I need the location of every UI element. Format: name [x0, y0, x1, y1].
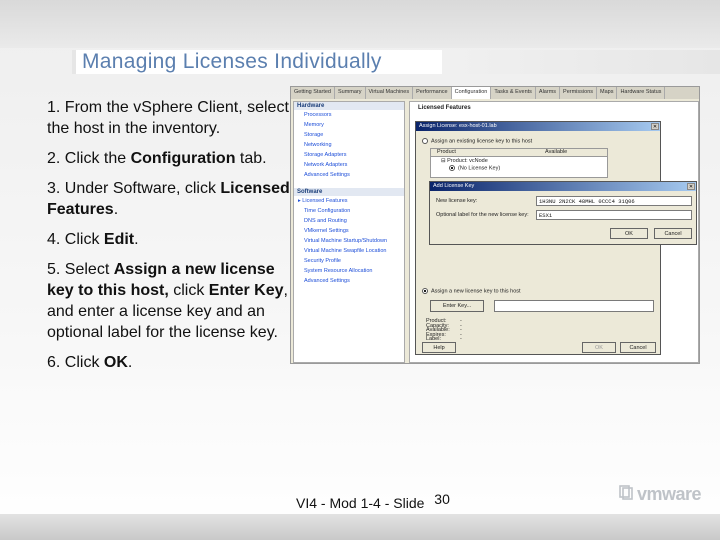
- footer-text: VI4 - Mod 1-4 - Slide: [296, 495, 425, 511]
- step-text: Enter Key: [208, 282, 284, 299]
- cancel-button[interactable]: Cancel: [620, 342, 656, 353]
- tab-summary[interactable]: Summary: [335, 87, 366, 99]
- add-key-dialog-title-text: Add License Key: [433, 183, 475, 189]
- slide-number: 30: [434, 491, 450, 507]
- sidebar-item-storage[interactable]: Storage: [294, 130, 404, 140]
- tab-virtual-machines[interactable]: Virtual Machines: [366, 87, 414, 99]
- label-input[interactable]: ESXi: [536, 210, 692, 220]
- bottom-bar: [0, 514, 720, 540]
- add-license-key-dialog: Add License Key ✕ New license key: 1H3NU…: [429, 181, 697, 245]
- tab-alarms[interactable]: Alarms: [536, 87, 561, 99]
- tab-hardware-status[interactable]: Hardware Status: [617, 87, 666, 99]
- top-band: [0, 0, 720, 48]
- assign-dialog-title-text: Assign License: esx-host-01.lab: [419, 123, 497, 129]
- col-available: Available: [545, 149, 568, 155]
- licensed-features-header: Licensed Features: [418, 105, 471, 111]
- radio-existing-icon[interactable]: [422, 138, 428, 144]
- sidebar-item-licensed-features[interactable]: ▸ Licensed Features: [294, 196, 404, 206]
- steps-list: 1. From the vSphere Client, select the h…: [47, 97, 297, 382]
- table-row[interactable]: (No License Key): [431, 165, 607, 171]
- software-header: Software: [294, 188, 404, 196]
- hardware-list: Processors Memory Storage Networking Storage…: [294, 110, 404, 180]
- close-icon[interactable]: ✕: [687, 183, 695, 190]
- sidebar-item-network-adapters[interactable]: Network Adapters: [294, 160, 404, 170]
- step-4: 4. Click Edit.: [47, 231, 139, 248]
- vmware-logo-icon: [619, 485, 633, 500]
- new-key-option[interactable]: Assign a new license key to this host: [422, 288, 521, 294]
- sidebar-item-dns-and-routing[interactable]: DNS and Routing: [294, 216, 404, 226]
- existing-key-option-label: Assign an existing license key to this h…: [431, 138, 533, 145]
- row-product-text: Product: vcNode: [447, 158, 488, 164]
- add-key-ok-button[interactable]: OK: [610, 228, 648, 239]
- settings-pane: Hardware Processors Memory Storage Networki…: [293, 101, 405, 363]
- sidebar-item-virtual-machine-swapfile-location[interactable]: Virtual Machine Swapfile Location: [294, 246, 404, 256]
- vsphere-screenshot: Getting Started Summary Virtual Machines Pe…: [290, 86, 700, 364]
- sidebar-item-system-resource-allocation[interactable]: System Resource Allocation: [294, 266, 404, 276]
- step-text: tab.: [235, 150, 267, 167]
- step-text: .: [113, 201, 119, 218]
- sidebar-item-storage-adapters[interactable]: Storage Adapters: [294, 150, 404, 160]
- optional-label-label: Optional label for the new license key:: [436, 212, 529, 218]
- sidebar-item-time-configuration[interactable]: Time Configuration: [294, 206, 404, 216]
- step-text: Click: [64, 354, 104, 371]
- tab-configuration[interactable]: Configuration: [451, 87, 492, 99]
- step-text: .: [127, 354, 133, 371]
- sidebar-item-memory[interactable]: Memory: [294, 120, 404, 130]
- vmware-logo-text: vmware: [637, 484, 702, 504]
- step-6: 6. Click OK.: [47, 354, 133, 371]
- step-1: 1. From the vSphere Client, select the h…: [47, 99, 289, 137]
- radio-selected-icon: [449, 165, 455, 171]
- config-tabs: Getting Started Summary Virtual Machines Pe…: [291, 87, 699, 99]
- sidebar-item-processors[interactable]: Processors: [294, 110, 404, 120]
- license-key-input[interactable]: 1H3NU 2N2CK 48MHL 0CCC4 31Q06: [536, 196, 692, 206]
- hardware-header: Hardware: [294, 102, 404, 110]
- slide-footer: VI4 - Mod 1-4 - Slide 30: [296, 491, 450, 511]
- step-text: From the v: [64, 99, 142, 116]
- step-5: 5. Select Assign a new license key to th…: [47, 261, 288, 341]
- sidebar-item-advanced-settings[interactable]: Advanced Settings: [294, 170, 404, 180]
- step-text: .: [134, 231, 139, 248]
- radio-new-icon[interactable]: [422, 288, 428, 294]
- step-text: Under Software, click: [64, 180, 221, 197]
- add-key-cancel-button[interactable]: Cancel: [654, 228, 692, 239]
- step-text: OK: [103, 354, 128, 371]
- new-key-label: New license key:: [436, 198, 478, 204]
- col-product: Product: [437, 149, 456, 155]
- table-row[interactable]: ⊟ Product: vcNode: [431, 157, 607, 165]
- tab-tasks-events[interactable]: Tasks & Events: [491, 87, 536, 99]
- step-text: Click the: [64, 150, 131, 167]
- step-text: Click: [64, 231, 104, 248]
- sidebar-item-networking[interactable]: Networking: [294, 140, 404, 150]
- step-text: Edit: [103, 231, 135, 248]
- slide-title: Managing Licenses Individually: [82, 50, 382, 73]
- sidebar-item-vmkernel-settings[interactable]: VMkernel Settings: [294, 226, 404, 236]
- row-key-text: (No License Key): [458, 165, 501, 172]
- tab-permissions[interactable]: Permissions: [560, 87, 597, 99]
- new-key-option-label: Assign a new license key to this host: [431, 288, 521, 295]
- license-table: Product Available ⊟ Product: vcNode (No …: [430, 148, 608, 178]
- step-2: 2. Click the Configuration tab.: [47, 150, 267, 167]
- entered-key-field[interactable]: [494, 300, 654, 312]
- tab-getting-started[interactable]: Getting Started: [291, 87, 335, 99]
- existing-key-option[interactable]: Assign an existing license key to this h…: [422, 138, 532, 144]
- step-text: click: [168, 282, 209, 299]
- tab-maps[interactable]: Maps: [597, 87, 618, 99]
- detail-value: -: [460, 336, 462, 342]
- enter-key-button[interactable]: Enter Key...: [430, 300, 484, 312]
- sidebar-item-virtual-machine-startup-shutdown[interactable]: Virtual Machine Startup/Shutdown: [294, 236, 404, 246]
- close-icon[interactable]: ✕: [651, 123, 659, 130]
- step-text: Configuration: [130, 150, 236, 167]
- software-list: ▸ Licensed Features Time Configuration DNS…: [294, 196, 404, 286]
- help-button[interactable]: Help: [422, 342, 456, 353]
- add-key-dialog-title: Add License Key ✕: [430, 182, 696, 191]
- ok-button[interactable]: OK: [582, 342, 616, 353]
- sidebar-item-advanced-settings[interactable]: Advanced Settings: [294, 276, 404, 286]
- step-text: Select: [64, 261, 114, 278]
- step-3: 3. Under Software, click Licensed Featur…: [47, 180, 290, 218]
- tab-performance[interactable]: Performance: [413, 87, 452, 99]
- sidebar-item-security-profile[interactable]: Security Profile: [294, 256, 404, 266]
- assign-dialog-title: Assign License: esx-host-01.lab ✕: [416, 122, 660, 131]
